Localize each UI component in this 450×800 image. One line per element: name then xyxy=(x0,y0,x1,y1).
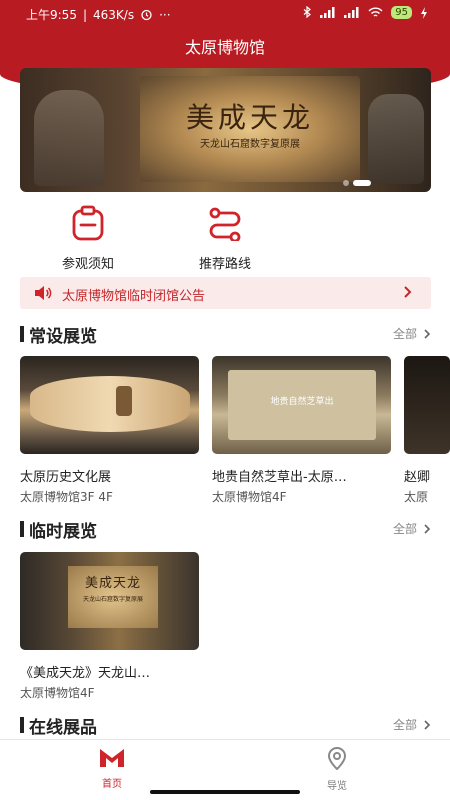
status-bar: 上午9:55 | 463K/s ··· 95 xyxy=(0,0,450,26)
chevron-right-icon xyxy=(424,719,431,730)
quick-link-recommended-route[interactable]: 推荐路线 xyxy=(165,205,285,272)
hero-banner[interactable]: 美成天龙 天龙山石窟数字复原展 xyxy=(20,68,431,192)
bluetooth-icon xyxy=(303,6,312,19)
signal-2-icon xyxy=(344,7,359,18)
section-title: 临时展览 xyxy=(29,522,97,542)
exhibition-name: 《美成天龙》天龙山… xyxy=(20,666,151,681)
exhibition-card[interactable]: 地贵自然芝草出 地贵自然芝草出-太原… 太原博物馆4F xyxy=(212,356,391,505)
tab-label: 首页 xyxy=(102,779,122,790)
exhibition-name: 地贵自然芝草出-太原… xyxy=(212,470,347,485)
chevron-right-icon xyxy=(424,328,431,339)
exhibition-location: 太原博物馆3F 4F xyxy=(20,490,113,504)
tab-label: 导览 xyxy=(327,781,347,792)
section-header-temporary: 临时展览 全部 xyxy=(20,517,431,542)
quick-link-label: 参观须知 xyxy=(61,257,114,272)
section-accent-bar xyxy=(20,717,24,733)
see-all-label: 全部 xyxy=(392,522,417,536)
section-accent-bar xyxy=(20,326,24,342)
speaker-icon xyxy=(35,286,52,300)
wifi-icon xyxy=(368,7,383,17)
carousel-dots xyxy=(343,180,371,186)
exhibition-card[interactable]: 美成天龙 天龙山石窟数字复原展 《美成天龙》天龙山… 太原博物馆4F xyxy=(20,552,199,701)
location-pin-icon xyxy=(327,747,347,771)
signal-icon xyxy=(320,7,335,18)
quick-link-label: 推荐路线 xyxy=(198,257,251,272)
battery-indicator: 95 xyxy=(391,6,412,19)
banner-title: 美成天龙 xyxy=(185,101,314,134)
statue-figure xyxy=(116,386,132,416)
banner-statue-left xyxy=(34,90,104,186)
section-header-online: 在线展品 全部 xyxy=(20,713,431,738)
tab-home[interactable]: 首页 xyxy=(72,746,152,790)
quick-link-visit-notice[interactable]: 参观须知 xyxy=(28,205,148,272)
section-header-permanent: 常设展览 全部 xyxy=(20,322,431,347)
tab-guide[interactable]: 导览 xyxy=(297,746,377,792)
panorama-screen xyxy=(30,376,190,432)
chevron-right-icon xyxy=(404,286,412,298)
image-subtitle: 天龙山石窟数字复原展 xyxy=(82,596,143,603)
section-accent-bar xyxy=(20,521,24,537)
relief-text: 地贵自然芝草出 xyxy=(270,397,334,407)
banner-subtitle: 天龙山石窟数字复原展 xyxy=(200,139,300,150)
clipboard-icon xyxy=(72,205,104,241)
see-all-label: 全部 xyxy=(392,327,417,341)
closure-notice[interactable]: 太原博物馆临时闭馆公告 xyxy=(20,277,431,309)
page-title: 太原博物馆 xyxy=(184,38,265,57)
exhibition-name: 赵卿 xyxy=(404,470,431,485)
chevron-right-icon xyxy=(424,523,431,534)
exhibition-location: 太原博物馆4F xyxy=(20,686,95,700)
carousel-dot[interactable] xyxy=(343,180,349,186)
status-more: ··· xyxy=(159,7,171,22)
carousel-dot-active[interactable] xyxy=(353,180,371,186)
section-title: 常设展览 xyxy=(29,327,97,347)
alarm-icon xyxy=(141,9,152,21)
see-all-label: 全部 xyxy=(392,718,417,732)
see-all-permanent-link[interactable]: 全部 xyxy=(393,325,431,342)
notice-text: 太原博物馆临时闭馆公告 xyxy=(62,289,206,304)
status-speed: 463K/s xyxy=(93,7,135,22)
image-title: 美成天龙 xyxy=(84,576,141,591)
exhibition-location: 太原 xyxy=(404,490,429,504)
exhibition-image: 地贵自然芝草出 xyxy=(212,356,391,454)
section-title: 在线展品 xyxy=(29,718,97,738)
see-all-online-link[interactable]: 全部 xyxy=(393,716,431,733)
banner-statue-right xyxy=(368,94,424,184)
exhibition-location: 太原博物馆4F xyxy=(212,490,287,504)
bottom-tab-bar: 首页 导览 xyxy=(0,739,450,800)
exhibition-image xyxy=(404,356,450,454)
exhibition-card[interactable]: 太原历史文化展 太原博物馆3F 4F xyxy=(20,356,199,505)
exhibition-image xyxy=(20,356,199,454)
home-indicator xyxy=(150,790,300,794)
exhibition-name: 太原历史文化展 xyxy=(20,470,112,485)
see-all-temporary-link[interactable]: 全部 xyxy=(393,520,431,537)
museum-logo-icon xyxy=(100,749,124,767)
exhibition-card-partial[interactable]: 赵卿 太原 xyxy=(404,356,450,505)
charging-icon xyxy=(421,6,427,19)
status-time: 上午9:55 xyxy=(26,8,77,22)
route-icon xyxy=(209,207,241,243)
exhibition-image: 美成天龙 天龙山石窟数字复原展 xyxy=(20,552,199,650)
status-divider: | xyxy=(82,7,87,22)
